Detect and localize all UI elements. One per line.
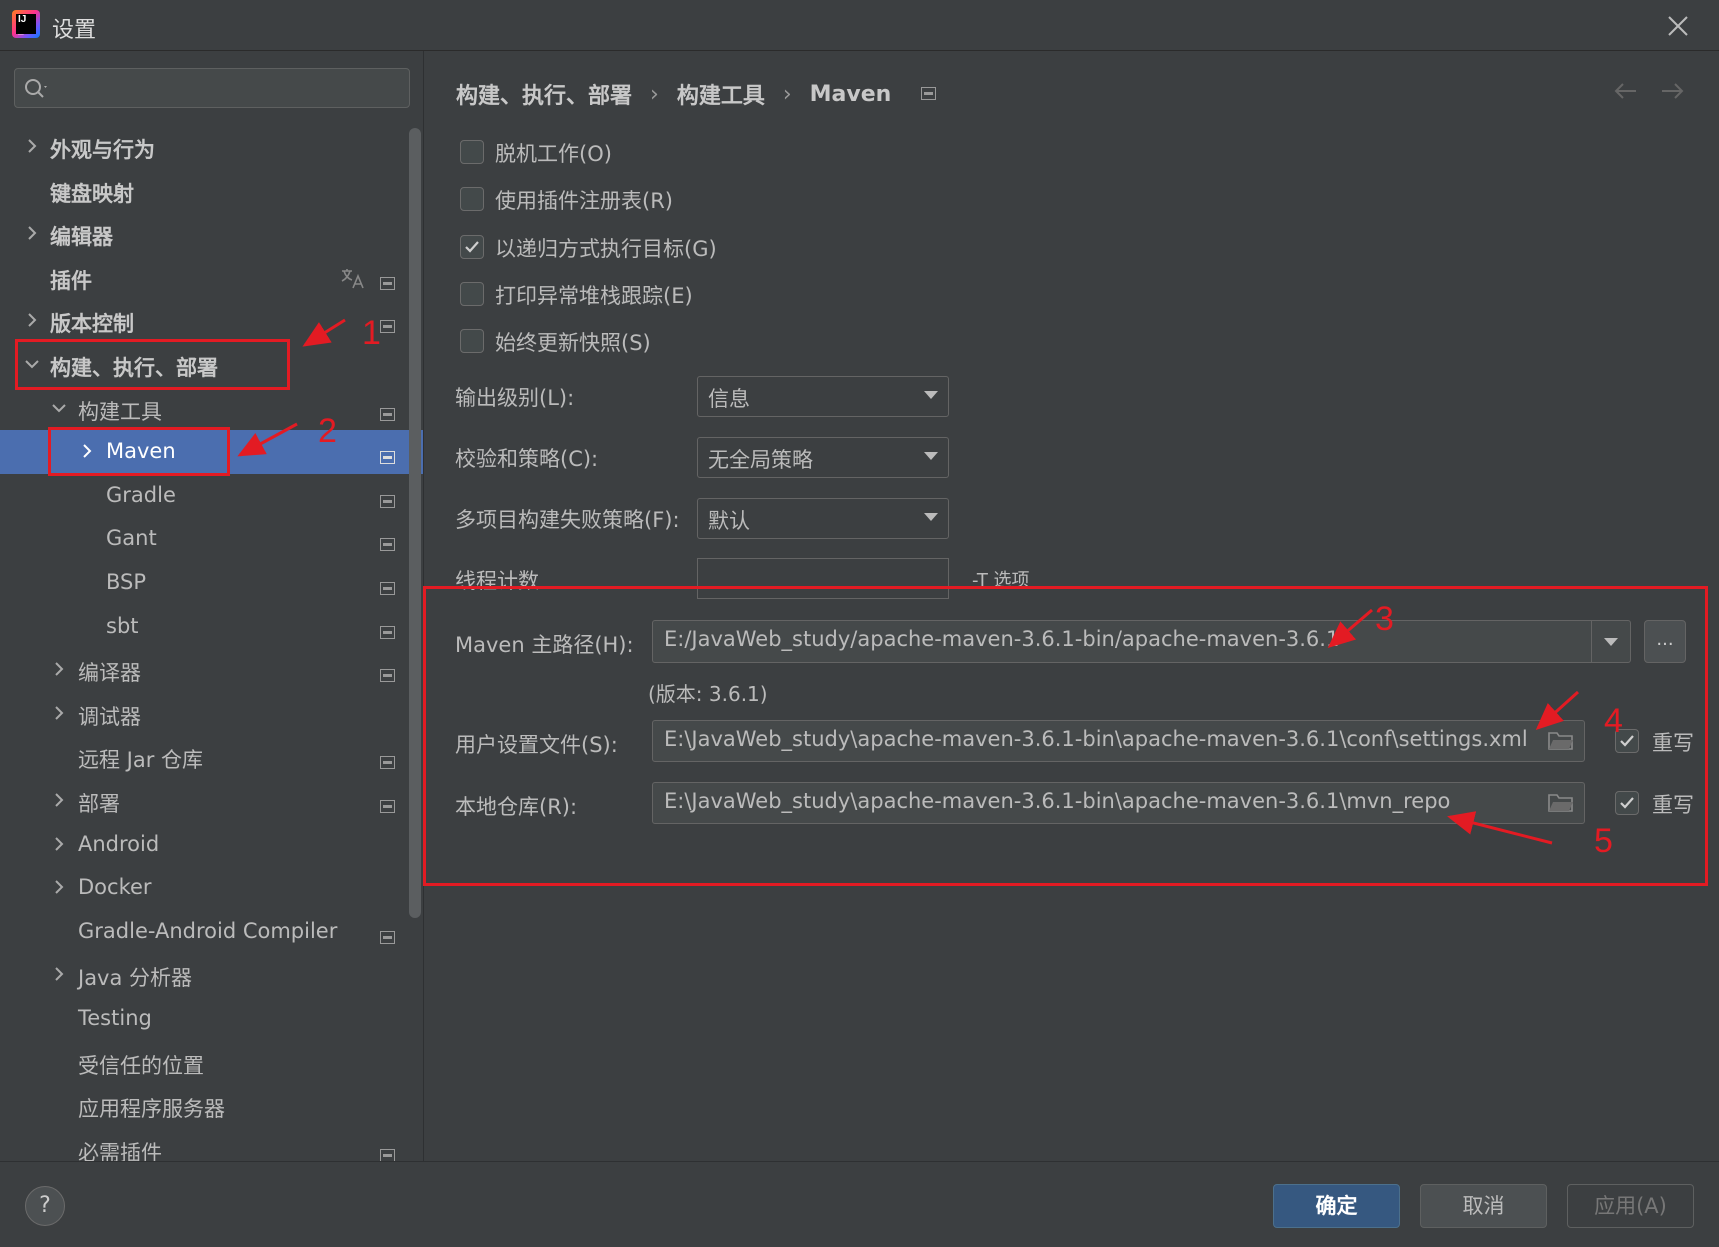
cancel-button[interactable]: 取消 — [1420, 1184, 1547, 1228]
annotation-number: 5 — [1594, 822, 1613, 860]
annotation-arrow — [302, 318, 346, 347]
annotation-arrow — [237, 422, 298, 457]
annotation-number: 2 — [318, 412, 337, 450]
annotation-arrow — [1535, 690, 1580, 731]
annotation-number: 4 — [1604, 702, 1623, 740]
annotation-number: 3 — [1375, 600, 1394, 638]
ok-button[interactable]: 确定 — [1273, 1184, 1400, 1228]
help-button[interactable]: ? — [25, 1186, 65, 1226]
apply-button[interactable]: 应用(A) — [1567, 1184, 1694, 1228]
annotation-arrows — [237, 318, 1580, 845]
annotation-arrow — [1447, 811, 1553, 845]
annotation-number: 1 — [362, 314, 381, 352]
annotation-arrow — [1327, 608, 1373, 648]
